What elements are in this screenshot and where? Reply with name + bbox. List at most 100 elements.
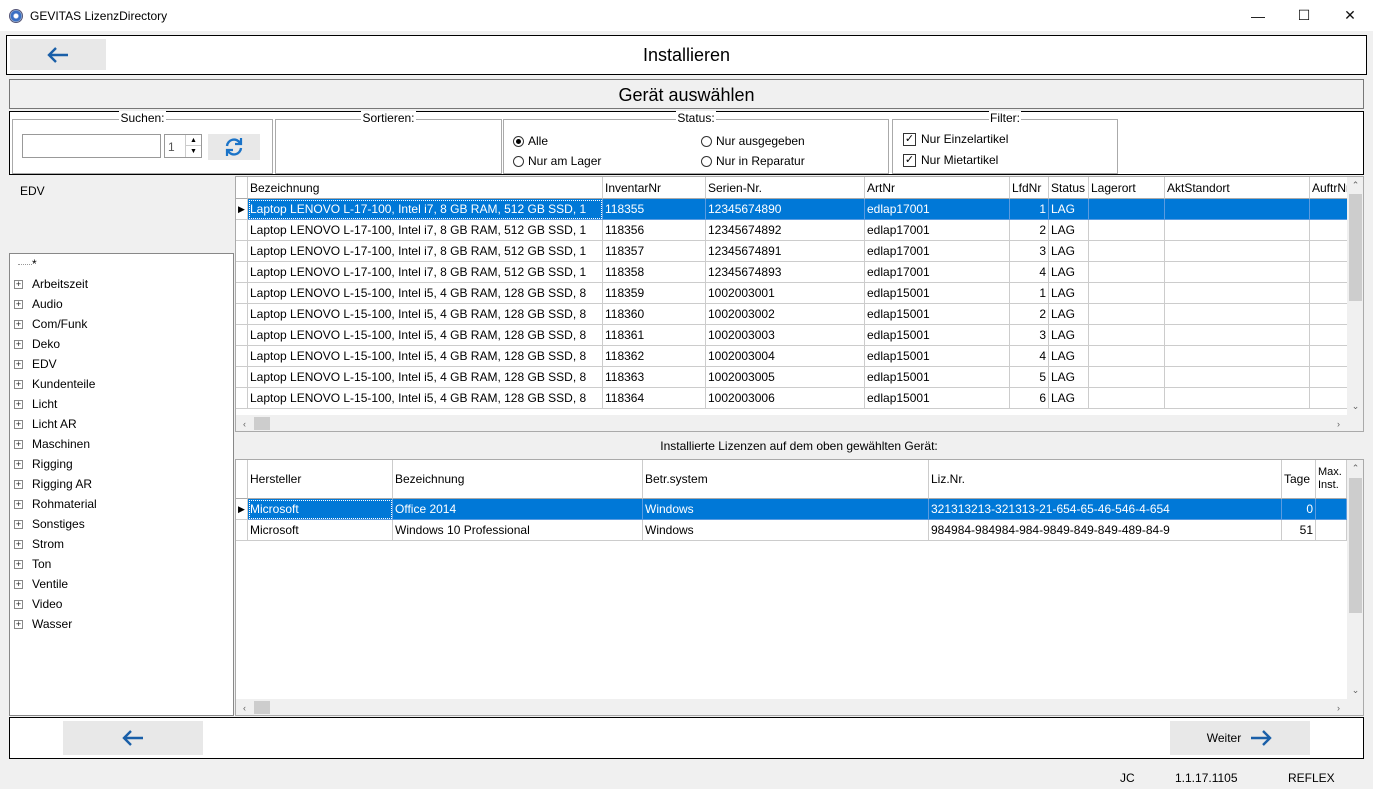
table-cell[interactable]: LAG	[1049, 199, 1089, 220]
tree-item[interactable]: + Com/Funk	[10, 314, 87, 334]
tree-item[interactable]: + Rigging AR	[10, 474, 92, 494]
scroll-right-icon[interactable]: ›	[1330, 415, 1347, 431]
license-grid[interactable]: Hersteller Bezeichnung Betr.system Liz.Nr. T…	[235, 459, 1364, 716]
table-cell[interactable]: 4	[1010, 346, 1049, 367]
tree-item[interactable]: + Arbeitszeit	[10, 274, 88, 294]
table-cell[interactable]: 12345674891	[706, 241, 865, 262]
column-header[interactable]: Lagerort	[1089, 177, 1165, 199]
table-cell[interactable]: 12345674892	[706, 220, 865, 241]
table-cell[interactable]: 2	[1010, 220, 1049, 241]
filter-checkbox-mietartikel[interactable]: ✓ Nur Mietartikel	[903, 153, 998, 167]
license-vertical-scrollbar[interactable]: ⌃ ⌄	[1347, 460, 1363, 699]
table-cell[interactable]	[1089, 388, 1165, 409]
table-cell[interactable]	[1089, 367, 1165, 388]
scroll-thumb[interactable]	[1349, 478, 1362, 613]
scroll-down-icon[interactable]: ⌄	[1347, 682, 1363, 699]
filter-checkbox-einzelartikel[interactable]: ✓ Nur Einzelartikel	[903, 132, 1008, 146]
table-row[interactable]: Laptop LENOVO L-17-100, Intel i7, 8 GB R…	[236, 241, 1350, 262]
device-grid[interactable]: Bezeichnung InventarNr Serien-Nr. ArtNr LfdN…	[235, 176, 1364, 432]
expand-icon[interactable]: +	[14, 519, 23, 529]
table-cell[interactable]: 118358	[603, 262, 706, 283]
column-header[interactable]: Betr.system	[643, 460, 929, 499]
tree-item[interactable]: + EDV	[10, 354, 57, 374]
current-row-icon[interactable]: ▶	[236, 499, 248, 520]
table-cell[interactable]	[1089, 262, 1165, 283]
table-cell[interactable]	[1310, 220, 1350, 241]
expand-icon[interactable]: +	[14, 559, 23, 569]
expand-icon[interactable]: +	[14, 279, 23, 289]
table-cell[interactable]: 51	[1282, 520, 1316, 541]
table-cell[interactable]	[1089, 199, 1165, 220]
table-cell[interactable]	[1089, 241, 1165, 262]
table-cell[interactable]	[1310, 304, 1350, 325]
tree-item[interactable]: + Wasser	[10, 614, 72, 634]
table-cell[interactable]: 4	[1010, 262, 1049, 283]
table-cell[interactable]: 118357	[603, 241, 706, 262]
expand-icon[interactable]: +	[14, 319, 23, 329]
spin-down-button[interactable]: ▼	[185, 146, 201, 157]
table-cell[interactable]: Laptop LENOVO L-15-100, Intel i5, 4 GB R…	[248, 388, 603, 409]
table-cell[interactable]: Office 2014	[393, 499, 643, 520]
column-header[interactable]: Bezeichnung	[248, 177, 603, 199]
category-tree[interactable]: * + Arbeitszeit + Audio + Com/Funk + Deko + EDV + Ku…	[9, 253, 234, 716]
tree-item[interactable]: + Sonstiges	[10, 514, 85, 534]
table-cell[interactable]: 1	[1010, 199, 1049, 220]
scroll-down-icon[interactable]: ⌄	[1347, 398, 1363, 415]
table-cell[interactable]: 6	[1010, 388, 1049, 409]
row-header[interactable]	[236, 304, 248, 325]
column-header[interactable]: Hersteller	[248, 460, 393, 499]
row-header[interactable]	[236, 241, 248, 262]
expand-icon[interactable]: +	[14, 539, 23, 549]
scroll-up-icon[interactable]: ⌃	[1347, 460, 1363, 477]
expand-icon[interactable]: +	[14, 339, 23, 349]
row-header[interactable]	[236, 346, 248, 367]
device-horizontal-scrollbar[interactable]: ‹ ›	[236, 415, 1363, 431]
expand-icon[interactable]: +	[14, 599, 23, 609]
expand-icon[interactable]: +	[14, 439, 23, 449]
scroll-thumb[interactable]	[254, 701, 270, 714]
table-row[interactable]: Laptop LENOVO L-15-100, Intel i5, 4 GB R…	[236, 388, 1350, 409]
tree-item[interactable]: *	[10, 254, 37, 274]
status-radio-lager[interactable]: Nur am Lager	[513, 154, 601, 168]
expand-icon[interactable]: +	[14, 459, 23, 469]
table-cell[interactable]: 3	[1010, 325, 1049, 346]
refresh-button[interactable]	[208, 134, 260, 160]
tree-item[interactable]: + Video	[10, 594, 62, 614]
table-row[interactable]: ▶ Laptop LENOVO L-17-100, Intel i7, 8 GB …	[236, 199, 1350, 220]
table-cell[interactable]: LAG	[1049, 346, 1089, 367]
table-cell[interactable]: 12345674893	[706, 262, 865, 283]
table-row[interactable]: Laptop LENOVO L-15-100, Intel i5, 4 GB R…	[236, 304, 1350, 325]
current-row-icon[interactable]: ▶	[236, 199, 248, 220]
column-header[interactable]: Tage	[1282, 460, 1316, 499]
tree-item[interactable]: + Kundenteile	[10, 374, 95, 394]
scroll-left-icon[interactable]: ‹	[236, 415, 253, 431]
table-cell[interactable]	[1089, 283, 1165, 304]
table-cell[interactable]: Laptop LENOVO L-17-100, Intel i7, 8 GB R…	[248, 262, 603, 283]
table-cell[interactable]: 1002003001	[706, 283, 865, 304]
table-cell[interactable]: 5	[1010, 367, 1049, 388]
table-cell[interactable]: Microsoft	[248, 520, 393, 541]
table-cell[interactable]: LAG	[1049, 262, 1089, 283]
table-cell[interactable]: edlap15001	[865, 388, 1010, 409]
table-cell[interactable]: 1	[1010, 283, 1049, 304]
table-row[interactable]: Laptop LENOVO L-17-100, Intel i7, 8 GB R…	[236, 262, 1350, 283]
table-cell[interactable]: Windows 10 Professional	[393, 520, 643, 541]
tree-item[interactable]: + Audio	[10, 294, 63, 314]
expand-icon[interactable]: +	[14, 359, 23, 369]
table-cell[interactable]: LAG	[1049, 241, 1089, 262]
table-cell[interactable]: 1002003006	[706, 388, 865, 409]
status-radio-ausgegeben[interactable]: Nur ausgegeben	[701, 134, 805, 148]
table-cell[interactable]: 321313213-321313-21-654-65-46-546-4-654	[929, 499, 1282, 520]
table-cell[interactable]	[1310, 283, 1350, 304]
table-cell[interactable]: LAG	[1049, 283, 1089, 304]
scroll-left-icon[interactable]: ‹	[236, 699, 253, 715]
column-header[interactable]: Liz.Nr.	[929, 460, 1282, 499]
table-cell[interactable]	[1089, 325, 1165, 346]
table-cell[interactable]	[1310, 325, 1350, 346]
status-radio-alle[interactable]: Alle	[513, 134, 548, 148]
spin-up-button[interactable]: ▲	[185, 135, 201, 146]
scroll-right-icon[interactable]: ›	[1330, 699, 1347, 715]
tree-item[interactable]: + Licht AR	[10, 414, 77, 434]
table-cell[interactable]	[1316, 499, 1347, 520]
column-header[interactable]: AuftrNr	[1310, 177, 1350, 199]
